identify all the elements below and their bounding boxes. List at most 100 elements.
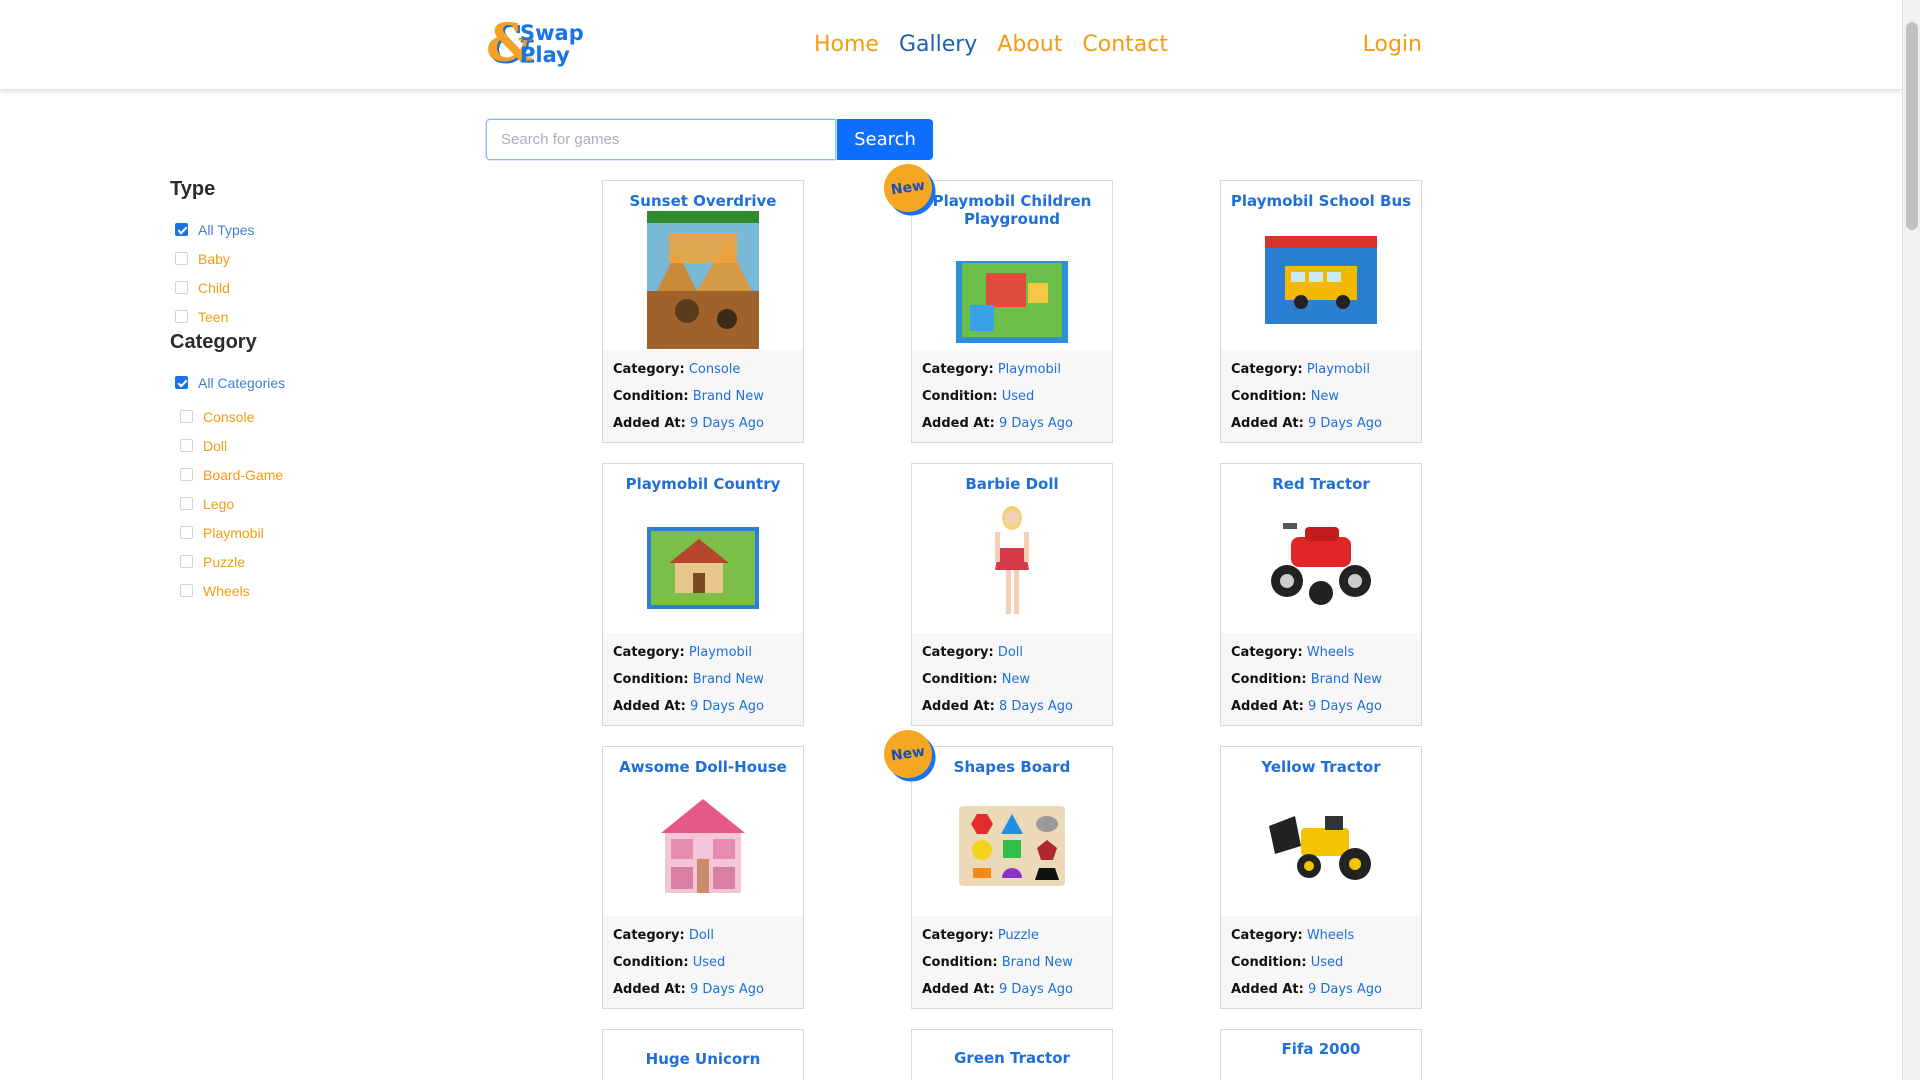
filter-category-console[interactable]: Console bbox=[170, 402, 470, 431]
product-card[interactable]: Fifa 2000 bbox=[1220, 1029, 1422, 1080]
product-title[interactable]: Awsome Doll-House bbox=[603, 758, 803, 776]
product-title[interactable]: Fifa 2000 bbox=[1221, 1040, 1421, 1058]
logo-word-play: Play bbox=[520, 43, 570, 67]
checkbox-icon[interactable] bbox=[180, 439, 193, 452]
category-value[interactable]: Wheels bbox=[1307, 645, 1354, 660]
product-card[interactable]: Playmobil Country Category: Playmobil Co… bbox=[602, 463, 804, 726]
nav-links: Home Gallery About Contact bbox=[814, 30, 1188, 60]
login-link[interactable]: Login bbox=[1363, 30, 1422, 60]
checkbox-icon[interactable] bbox=[180, 497, 193, 510]
filter-all-types[interactable]: All Types bbox=[170, 215, 470, 244]
filter-label: Child bbox=[198, 279, 230, 296]
filter-label: Wheels bbox=[203, 582, 250, 599]
nav-contact-link[interactable]: Contact bbox=[1082, 30, 1168, 60]
nav-home-link[interactable]: Home bbox=[814, 30, 879, 60]
product-title[interactable]: Shapes Board bbox=[912, 758, 1112, 776]
category-value[interactable]: Console bbox=[689, 362, 741, 377]
filter-category-lego[interactable]: Lego bbox=[170, 489, 470, 518]
filter-label: Playmobil bbox=[203, 524, 264, 541]
filter-label: Board-Game bbox=[203, 466, 284, 483]
checkbox-icon[interactable] bbox=[175, 252, 188, 265]
product-info: Category: Doll Condition: Used Added At:… bbox=[603, 916, 803, 1008]
product-image[interactable] bbox=[1221, 503, 1421, 623]
category-value[interactable]: Wheels bbox=[1307, 928, 1354, 943]
nav-about-link[interactable]: About bbox=[997, 30, 1062, 60]
product-card[interactable]: Sunset Overdrive Category: Console Condi… bbox=[602, 180, 804, 443]
filter-all-categories[interactable]: All Categories bbox=[170, 368, 470, 397]
filter-category-puzzle[interactable]: Puzzle bbox=[170, 547, 470, 576]
added-value: 9 Days Ago bbox=[689, 982, 765, 997]
product-title[interactable]: Playmobil Country bbox=[603, 475, 803, 493]
checkbox-checked-icon[interactable] bbox=[175, 376, 188, 389]
filter-category-playmobil[interactable]: Playmobil bbox=[170, 518, 470, 547]
product-title[interactable]: Huge Unicorn bbox=[603, 1050, 803, 1068]
product-card[interactable]: Shapes Board Category: Puzzle Condition:… bbox=[911, 746, 1113, 1009]
checkbox-icon[interactable] bbox=[180, 410, 193, 423]
swap-play-logo[interactable]: & Swap Play bbox=[486, 18, 590, 70]
scrollbar-thumb[interactable] bbox=[1906, 22, 1918, 230]
red-quad-image bbox=[1271, 523, 1371, 605]
product-card[interactable]: Playmobil School Bus Category: Playmobil… bbox=[1220, 180, 1422, 443]
product-title[interactable]: Playmobil School Bus bbox=[1221, 192, 1421, 210]
category-value[interactable]: Playmobil bbox=[998, 362, 1061, 377]
product-image[interactable] bbox=[912, 786, 1112, 906]
vertical-scrollbar[interactable] bbox=[1902, 0, 1920, 1080]
checkbox-icon[interactable] bbox=[175, 310, 188, 323]
search-button[interactable]: Search bbox=[837, 119, 933, 160]
checkbox-icon[interactable] bbox=[180, 584, 193, 597]
product-card[interactable]: Green Tractor bbox=[911, 1029, 1113, 1080]
doll-house-image bbox=[661, 799, 745, 893]
product-card[interactable]: Awsome Doll-House Category: Doll Conditi… bbox=[602, 746, 804, 1009]
product-image[interactable] bbox=[912, 503, 1112, 623]
filter-label: Puzzle bbox=[203, 553, 246, 570]
product-image[interactable] bbox=[603, 503, 803, 623]
checkbox-icon[interactable] bbox=[180, 526, 193, 539]
category-value[interactable]: Playmobil bbox=[689, 645, 752, 660]
filter-type-teen[interactable]: Teen bbox=[170, 302, 470, 331]
added-value: 9 Days Ago bbox=[998, 982, 1074, 997]
product-title[interactable]: Sunset Overdrive bbox=[603, 192, 803, 210]
filter-label: Console bbox=[203, 408, 255, 425]
product-card[interactable]: Yellow Tractor Category: Wheels Conditio… bbox=[1220, 746, 1422, 1009]
filter-type-child[interactable]: Child bbox=[170, 273, 470, 302]
product-image[interactable] bbox=[1221, 786, 1421, 906]
product-image[interactable] bbox=[603, 786, 803, 906]
checkbox-checked-icon[interactable] bbox=[175, 223, 188, 236]
filter-category-doll[interactable]: Doll bbox=[170, 431, 470, 460]
filter-type-baby[interactable]: Baby bbox=[170, 244, 470, 273]
product-card[interactable]: Barbie Doll Category: Doll Condition: Ne… bbox=[911, 463, 1113, 726]
condition-value: Brand New bbox=[692, 389, 764, 404]
checkbox-icon[interactable] bbox=[175, 281, 188, 294]
category-value[interactable]: Doll bbox=[998, 645, 1023, 660]
checkbox-icon[interactable] bbox=[180, 555, 193, 568]
product-title[interactable]: Barbie Doll bbox=[912, 475, 1112, 493]
navbar: & Swap Play Home Gallery About Contact L… bbox=[0, 0, 1902, 90]
product-title[interactable]: Yellow Tractor bbox=[1221, 758, 1421, 776]
category-value[interactable]: Doll bbox=[689, 928, 714, 943]
game-cover-image bbox=[647, 211, 759, 349]
nav-gallery-link[interactable]: Gallery bbox=[899, 30, 977, 60]
product-title[interactable]: Playmobil Children Playground bbox=[912, 192, 1112, 228]
filter-category-board-game[interactable]: Board-Game bbox=[170, 460, 470, 489]
filter-label: Teen bbox=[198, 308, 229, 325]
product-title[interactable]: Green Tractor bbox=[912, 1049, 1112, 1067]
product-info: Category: Playmobil Condition: Brand New… bbox=[603, 633, 803, 725]
product-title[interactable]: Red Tractor bbox=[1221, 475, 1421, 493]
product-card[interactable]: Red Tractor Category: Wheels Condition: … bbox=[1220, 463, 1422, 726]
checkbox-icon[interactable] bbox=[180, 468, 193, 481]
filter-label: Baby bbox=[198, 250, 230, 267]
category-value[interactable]: Playmobil bbox=[1307, 362, 1370, 377]
shapes-board-image bbox=[959, 806, 1065, 886]
search-input[interactable] bbox=[486, 119, 836, 160]
product-card[interactable]: Playmobil Children Playground Category: … bbox=[911, 180, 1113, 443]
filter-category-wheels[interactable]: Wheels bbox=[170, 576, 470, 605]
product-image[interactable] bbox=[912, 238, 1112, 358]
school-bus-box-image bbox=[1265, 236, 1377, 324]
condition-value: Brand New bbox=[1310, 672, 1382, 687]
product-image[interactable] bbox=[1221, 220, 1421, 340]
product-info: Category: Playmobil Condition: Used Adde… bbox=[912, 350, 1112, 442]
category-value[interactable]: Puzzle bbox=[998, 928, 1039, 943]
product-card[interactable]: Huge Unicorn bbox=[602, 1029, 804, 1080]
added-value: 9 Days Ago bbox=[1307, 699, 1383, 714]
product-image[interactable] bbox=[603, 211, 803, 349]
